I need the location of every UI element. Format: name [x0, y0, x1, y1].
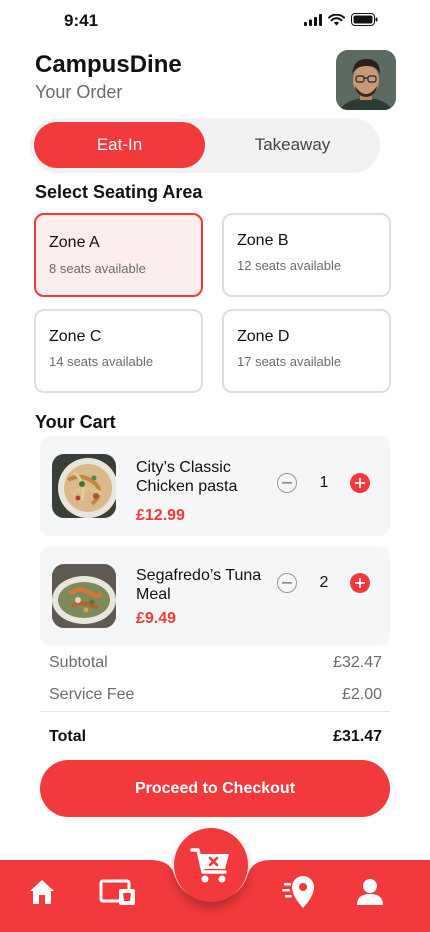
zone-card-a[interactable]: Zone A 8 seats available: [34, 213, 203, 297]
service-fee-row: Service Fee £2.00: [49, 686, 382, 704]
service-fee-label: Service Fee: [49, 686, 135, 703]
item-name-line: Chicken pasta: [136, 478, 238, 495]
app-title: CampusDine: [35, 51, 182, 78]
item-price: £9.49: [136, 610, 177, 627]
avatar-image: [336, 50, 396, 110]
zone-seats: 14 seats available: [49, 354, 154, 369]
zone-card-b[interactable]: Zone B 12 seats available: [222, 213, 391, 297]
tab-takeaway[interactable]: Takeaway: [210, 122, 375, 168]
profile-icon[interactable]: [354, 876, 386, 908]
item-name-line: City’s Classic: [136, 459, 231, 476]
tab-eat-in[interactable]: Eat-In: [34, 122, 205, 168]
cart-section-title: Your Cart: [35, 412, 116, 432]
decrease-qty-button[interactable]: [277, 473, 297, 493]
wallet-icon[interactable]: [98, 876, 138, 908]
total-value: £31.47: [333, 728, 382, 745]
summary-divider: [40, 711, 390, 712]
signal-icon: [304, 13, 322, 26]
minus-icon: [282, 582, 292, 584]
item-quantity: 1: [319, 474, 329, 491]
zone-seats: 12 seats available: [237, 258, 342, 273]
item-price: £12.99: [136, 507, 185, 524]
location-icon[interactable]: [280, 874, 320, 910]
minus-icon: [282, 482, 292, 484]
cart-item: City’s Classic Chicken pasta £12.99 1: [40, 436, 390, 536]
zone-seats: 8 seats available: [49, 261, 146, 276]
subtotal-row: Subtotal £32.47: [49, 654, 382, 672]
increase-qty-button[interactable]: [350, 473, 370, 493]
battery-icon: [351, 13, 378, 26]
total-row: Total £31.47: [49, 728, 382, 746]
status-icons: [304, 13, 378, 26]
page-subtitle: Your Order: [35, 82, 123, 102]
status-bar: 9:41: [0, 0, 430, 44]
status-time: 9:41: [64, 11, 99, 30]
cart-icon: [190, 848, 229, 883]
item-name: City’s Classic Chicken pasta: [136, 458, 276, 496]
cart-fab-button[interactable]: [174, 828, 248, 902]
zone-name: Zone D: [237, 328, 290, 345]
zone-name: Zone A: [49, 234, 100, 251]
item-name-line: Segafredo’s Tuna: [136, 567, 262, 584]
zone-name: Zone C: [49, 328, 102, 345]
service-fee-value: £2.00: [341, 686, 382, 703]
plus-icon: [355, 478, 365, 488]
increase-qty-button[interactable]: [350, 573, 370, 593]
item-name: Segafredo’s Tuna Meal: [136, 566, 276, 604]
subtotal-label: Subtotal: [49, 654, 108, 671]
wifi-icon: [328, 13, 345, 25]
decrease-qty-button[interactable]: [277, 573, 297, 593]
subtotal-value: £32.47: [333, 654, 382, 671]
home-icon[interactable]: [26, 876, 58, 908]
zone-card-c[interactable]: Zone C 14 seats available: [34, 309, 203, 393]
avatar[interactable]: [336, 50, 396, 110]
order-type-toggle: Eat-In Takeaway: [30, 118, 380, 173]
zone-seats: 17 seats available: [237, 354, 342, 369]
plus-icon: [355, 578, 365, 588]
tuna-meal-image: [52, 564, 116, 628]
total-label: Total: [49, 728, 87, 745]
item-quantity: 2: [319, 574, 329, 591]
checkout-button[interactable]: Proceed to Checkout: [40, 760, 390, 817]
pasta-image: [52, 454, 116, 518]
zone-name: Zone B: [237, 232, 289, 249]
cart-item: Segafredo’s Tuna Meal £9.49 2: [40, 546, 390, 646]
seating-section-title: Select Seating Area: [35, 182, 203, 202]
item-name-line: Meal: [136, 586, 171, 603]
zone-card-d[interactable]: Zone D 17 seats available: [222, 309, 391, 393]
